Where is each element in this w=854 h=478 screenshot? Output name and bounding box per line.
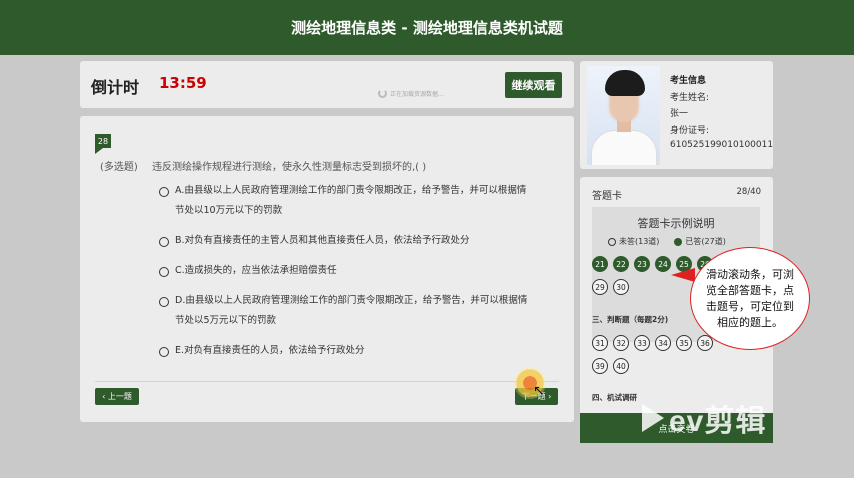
question-bubble-29[interactable]: 29 (592, 279, 608, 295)
callout-tail (671, 268, 695, 282)
question-type: (多选题) (100, 162, 138, 173)
question-bubble-40[interactable]: 40 (613, 358, 629, 374)
option-c[interactable]: C.造成损失的，应当依法承担赔偿责任 (159, 265, 535, 281)
legend-title: 答题卡示例说明 (637, 217, 715, 230)
question-bubble-35[interactable]: 35 (676, 335, 692, 351)
question-bubble-24[interactable]: 24 (655, 256, 671, 272)
prev-question-button[interactable]: ‹ 上一题 (95, 388, 139, 405)
option-e[interactable]: E.对负有直接责任的人员，依法给予行政处分 (159, 345, 535, 361)
answer-progress: 28/40 (736, 187, 762, 197)
id-label: 身份证号: (670, 126, 710, 136)
option-e-radio[interactable] (159, 347, 169, 357)
photo-shirt (591, 130, 657, 165)
section-3-label: 三、判断题（每题2分) (592, 315, 669, 324)
examinee-info-title: 考生信息 (670, 76, 707, 86)
continue-watching-button[interactable]: 继续观看 (505, 72, 562, 98)
question-panel: 28 (多选题) 违反测绘操作规程进行测绘，使永久性测量标志受到损坏的,( ) … (80, 116, 574, 422)
header-bar: 测绘地理信息类 - 测绘地理信息类机试题 (0, 0, 854, 55)
countdown-label: 倒计时 (91, 78, 140, 97)
question-bubble-32[interactable]: 32 (613, 335, 629, 351)
option-b[interactable]: B.对负有直接责任的主管人员和其他直接责任人员，依法给予行政处分 (159, 235, 535, 251)
examinee-photo (587, 66, 660, 165)
option-a[interactable]: A.由县级以上人民政府管理测绘工作的部门责令限期改正，给予警告，并可以根据情节处… (159, 185, 535, 221)
question-bubble-33[interactable]: 33 (634, 335, 650, 351)
loading-text: 正在加载资源数据... (390, 91, 444, 98)
play-icon (642, 404, 664, 432)
page-title: 测绘地理信息类 - 测绘地理信息类机试题 (291, 19, 563, 37)
option-d[interactable]: D.由县级以上人民政府管理测绘工作的部门责令限期改正，给予警告，并可以根据情节处… (159, 295, 535, 331)
watermark: ev剪辑 (642, 396, 766, 440)
question-bubble-23[interactable]: 23 (634, 256, 650, 272)
question-bubble-30[interactable]: 30 (613, 279, 629, 295)
option-c-radio[interactable] (159, 267, 169, 277)
callout-bubble: 滑动滚动条，可浏览全部答题卡，点击题号，可定位到相应的题上。 (690, 247, 810, 350)
timer-panel: 倒计时 13:59 正在加载资源数据... 继续观看 (80, 61, 574, 108)
question-bubble-21[interactable]: 21 (592, 256, 608, 272)
examinee-info-panel: 考生信息 考生姓名: 张一 身份证号: 610525199010100011 (580, 61, 773, 169)
question-number-badge: 28 (95, 134, 111, 148)
option-a-label: A.由县级以上人民政府管理测绘工作的部门责令限期改正，给予警告，并可以根据情节处… (175, 185, 527, 216)
callout-text: 滑动滚动条，可浏览全部答题卡，点击题号，可定位到相应的题上。 (706, 267, 794, 329)
option-e-label: E.对负有直接责任的人员，依法给予行政处分 (175, 345, 365, 356)
question-bubble-34[interactable]: 34 (655, 335, 671, 351)
countdown-value: 13:59 (159, 74, 207, 92)
watermark-text: ev剪辑 (669, 405, 767, 438)
divider (95, 381, 559, 382)
id-number: 610525199010100011 (670, 140, 774, 150)
option-b-radio[interactable] (159, 237, 169, 247)
section-4-label: 四、机试调研 (592, 393, 637, 402)
question-bubble-31[interactable]: 31 (592, 335, 608, 351)
answered-dot-icon (674, 237, 683, 246)
mouse-cursor-icon: ↖ (533, 383, 545, 399)
option-d-label: D.由县级以上人民政府管理测绘工作的部门责令限期改正，给予警告，并可以根据情节处… (175, 295, 528, 326)
question-bubble-22[interactable]: 22 (613, 256, 629, 272)
question-text: 违反测绘操作规程进行测绘，使永久性测量标志受到损坏的,( ) (152, 162, 427, 173)
option-c-label: C.造成损失的，应当依法承担赔偿责任 (175, 265, 337, 276)
photo-hair (605, 70, 645, 96)
answered-count: 已答(27道) (685, 237, 726, 246)
unanswered-count: 未答(13道) (619, 237, 660, 246)
spinner-icon (378, 89, 387, 98)
option-a-radio[interactable] (159, 187, 169, 197)
loading-indicator: 正在加载资源数据... (378, 89, 444, 98)
question-bubble-39[interactable]: 39 (592, 358, 608, 374)
option-d-radio[interactable] (159, 297, 169, 307)
option-b-label: B.对负有直接责任的主管人员和其他直接责任人员，依法给予行政处分 (175, 235, 470, 246)
examinee-name: 张一 (670, 109, 689, 119)
unanswered-dot-icon (608, 237, 616, 246)
badge-tail (95, 148, 103, 154)
answer-card-title: 答题卡 (592, 191, 622, 202)
legend-row: 未答(13道) 已答(27道) (608, 236, 726, 247)
name-label: 考生姓名: (670, 93, 710, 103)
